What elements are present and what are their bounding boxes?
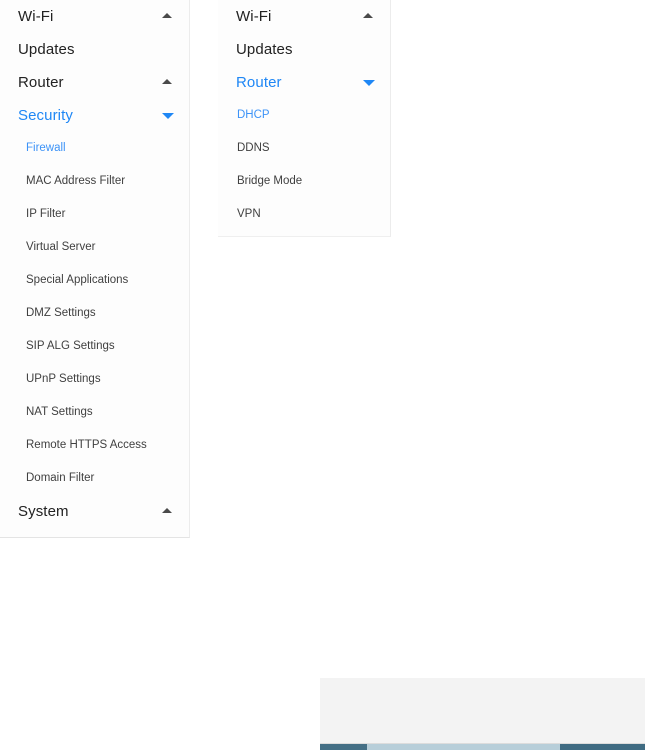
caret-up-icon[interactable] (162, 506, 173, 517)
menu-item-updates[interactable]: Updates (0, 33, 189, 66)
menu-item-label: Updates (236, 41, 293, 58)
menu-item-label: System (18, 503, 69, 520)
submenu-item-label: UPnP Settings (26, 372, 101, 385)
submenu-item-firewall[interactable]: Firewall (0, 132, 189, 165)
menu-item-router[interactable]: Router (218, 66, 390, 99)
caret-up-icon[interactable] (162, 77, 173, 88)
submenu-item-label: Bridge Mode (237, 174, 303, 187)
submenu-item-label: NAT Settings (26, 405, 93, 418)
submenu-item-dhcp[interactable]: DHCP (218, 99, 390, 132)
menu-item-wifi[interactable]: Wi-Fi (218, 0, 390, 33)
security-submenu: Firewall MAC Address Filter IP Filter Vi… (0, 132, 189, 495)
caret-up-icon[interactable] (162, 11, 173, 22)
submenu-item-label: VPN (237, 207, 261, 220)
submenu-item-label: Virtual Server (26, 240, 96, 253)
submenu-item-label: Domain Filter (26, 471, 95, 484)
submenu-item-vpn[interactable]: VPN (218, 198, 390, 231)
submenu-item-remote-https-access[interactable]: Remote HTTPS Access (0, 429, 189, 462)
menu-item-label: Wi-Fi (18, 8, 54, 25)
caret-down-icon[interactable] (162, 110, 174, 121)
submenu-item-ddns[interactable]: DDNS (218, 132, 390, 165)
submenu-item-label: DDNS (237, 141, 270, 154)
submenu-item-label: Remote HTTPS Access (26, 438, 147, 451)
submenu-item-domain-filter[interactable]: Domain Filter (0, 462, 189, 495)
submenu-item-label: Firewall (26, 141, 66, 154)
menu-item-label: Security (18, 107, 73, 124)
menu-item-updates[interactable]: Updates (218, 33, 390, 66)
secondary-navigation-menu: Wi-Fi Updates Router DHCP DDNS Bridge Mo… (218, 0, 391, 237)
submenu-item-upnp-settings[interactable]: UPnP Settings (0, 363, 189, 396)
submenu-item-dmz-settings[interactable]: DMZ Settings (0, 297, 189, 330)
horizontal-scrollbar[interactable] (320, 744, 645, 750)
menu-item-security[interactable]: Security (0, 99, 189, 132)
menu-item-label: Updates (18, 41, 75, 58)
submenu-item-ip-filter[interactable]: IP Filter (0, 198, 189, 231)
menu-item-label: Router (236, 74, 282, 91)
submenu-item-nat-settings[interactable]: NAT Settings (0, 396, 189, 429)
menu-item-system[interactable]: System (0, 495, 189, 528)
menu-item-router[interactable]: Router (0, 66, 189, 99)
submenu-item-label: DHCP (237, 108, 270, 121)
submenu-item-label: MAC Address Filter (26, 174, 126, 187)
horizontal-scrollbar-thumb-end[interactable] (560, 744, 645, 750)
content-area (320, 678, 645, 750)
submenu-item-bridge-mode[interactable]: Bridge Mode (218, 165, 390, 198)
submenu-item-label: IP Filter (26, 207, 66, 220)
submenu-item-mac-address-filter[interactable]: MAC Address Filter (0, 165, 189, 198)
menu-item-wifi[interactable]: Wi-Fi (0, 0, 189, 33)
primary-navigation-menu: Wi-Fi Updates Router Security Firewall M… (0, 0, 190, 538)
menu-item-label: Wi-Fi (236, 8, 272, 25)
submenu-item-sip-alg-settings[interactable]: SIP ALG Settings (0, 330, 189, 363)
horizontal-scrollbar-thumb[interactable] (320, 744, 367, 750)
submenu-item-special-applications[interactable]: Special Applications (0, 264, 189, 297)
submenu-item-virtual-server[interactable]: Virtual Server (0, 231, 189, 264)
caret-up-icon[interactable] (363, 11, 374, 22)
caret-down-icon[interactable] (363, 77, 375, 88)
submenu-item-label: DMZ Settings (26, 306, 96, 319)
submenu-item-label: SIP ALG Settings (26, 339, 115, 352)
router-submenu: DHCP DDNS Bridge Mode VPN (218, 99, 390, 231)
submenu-item-label: Special Applications (26, 273, 129, 286)
menu-item-label: Router (18, 74, 64, 91)
